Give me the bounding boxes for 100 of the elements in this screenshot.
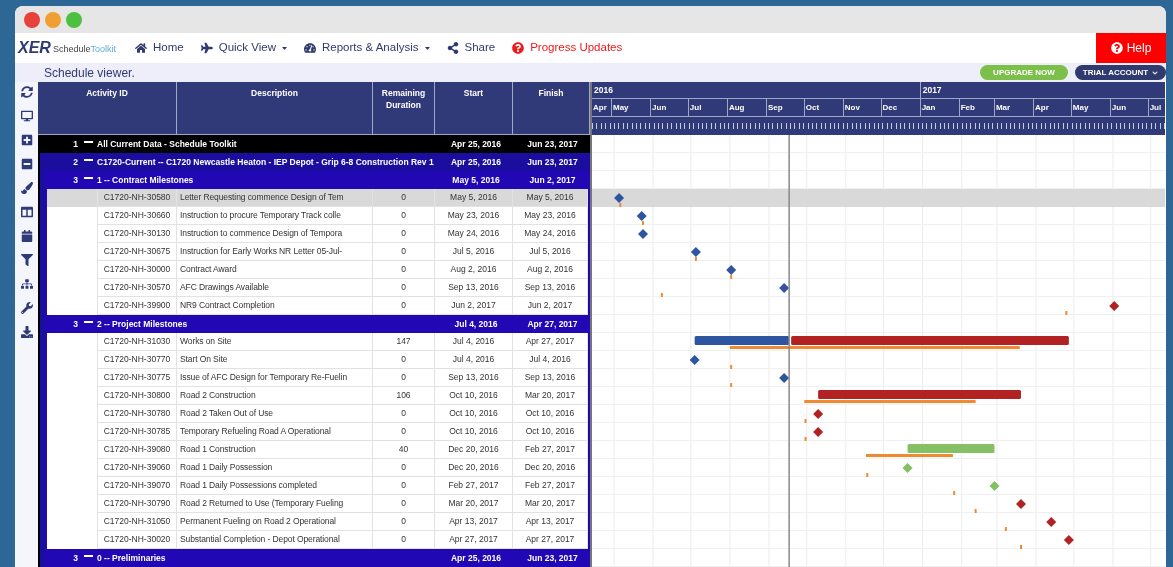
logo[interactable]: XER ScheduleToolkit (18, 40, 130, 56)
baseline-mark (1020, 545, 1022, 549)
close-button[interactable] (24, 11, 40, 28)
caret-icon (282, 46, 287, 50)
activity-row[interactable]: C1720-NH-30580 Letter Requesting commence Design of Tem 0 May 5, 2016 May 5, 2016 (47, 189, 588, 207)
activity-row[interactable]: C1720-NH-30775 Issue of AFC Design for Temporary Re-Fuelin 0 Sep 13, 2016 Sep 13, 2016 (47, 369, 588, 387)
collapse-icon[interactable] (84, 140, 93, 143)
milestone-diamond[interactable] (614, 193, 625, 203)
group-finish: Jun 23, 2017 (527, 156, 578, 167)
nav-link[interactable]: Progress Updates (512, 39, 623, 57)
wrench-icon[interactable] (20, 302, 33, 314)
home-icon (135, 42, 147, 54)
calendar-icon[interactable] (20, 230, 33, 242)
milestone-diamond[interactable] (690, 247, 701, 257)
baseline-mark (642, 221, 644, 225)
activity-row[interactable]: C1720-NH-30770 Start On Site 0 Jul 4, 2016 Jul 4, 2016 (47, 351, 588, 369)
help-icon (1110, 42, 1123, 54)
milestone-diamond[interactable] (779, 283, 790, 293)
group-finish: Jun 23, 2017 (527, 552, 578, 563)
baseline-mark (619, 203, 622, 207)
month-header: Apr (1034, 99, 1072, 116)
activity-row[interactable]: C1720-NH-30785 Temporary Refueling Road A Operational 0 Oct 10, 2016 Oct 10, 2016 (47, 423, 588, 441)
activity-row[interactable]: C1720-NH-39070 Road 1 Daily Possessions completed 0 Feb 27, 2017 Feb 27, 2017 (47, 477, 588, 495)
expand-all-icon[interactable] (20, 134, 33, 146)
activity-row[interactable]: C1720-NH-30800 Road 2 Construction 106 Oct 10, 2016 Mar 20, 2017 (47, 387, 588, 405)
year-header: 2017 (921, 83, 943, 97)
baseline-mark (804, 437, 807, 441)
activity-row[interactable]: C1720-NH-30790 Road 2 Returned to Use (Temporary Fueling 0 Mar 20, 2017 Mar 20, 2017 (47, 495, 588, 513)
gauge-icon (304, 42, 316, 54)
milestone-diamond[interactable] (813, 427, 824, 437)
outline-level: 1 (73, 137, 78, 151)
collapse-icon[interactable] (84, 554, 93, 557)
group-name: C1720-Current -- C1720 Newcastle Heaton - IEP Depot - Grip 6-8 Construction Rev 1 (97, 157, 435, 167)
baseline-mark (694, 257, 697, 261)
milestone-diamond[interactable] (1063, 535, 1074, 545)
help-button[interactable]: Help (1096, 33, 1166, 63)
activity-row[interactable]: C1720-NH-30130 Instruction to commence Design of Tempora 0 May 24, 2016 May 24, 2016 (47, 225, 588, 243)
activity-row[interactable]: C1720-NH-30660 Instruction to procure Temporary Track colle 0 May 23, 2016 May 23, 2016 (47, 207, 588, 225)
brush-icon[interactable] (20, 182, 33, 194)
collapse-all-icon[interactable] (20, 158, 33, 170)
baseline-mark (804, 419, 807, 423)
activity-row[interactable]: C1720-NH-39900 NR9 Contract Completion 0 Jun 2, 2017 Jun 2, 2017 (47, 297, 588, 315)
month-header: Oct (804, 99, 844, 116)
baseline-mark (1004, 527, 1007, 531)
nav-link[interactable]: Home (135, 39, 184, 57)
activity-row[interactable]: C1720-NH-39060 Road 1 Daily Possession 0 Dec 20, 2016 Dec 20, 2016 (47, 459, 588, 477)
activity-row[interactable]: C1720-NH-30570 AFC Drawings Available 0 Sep 13, 2016 Sep 13, 2016 (47, 279, 588, 297)
collapse-icon[interactable] (84, 158, 93, 161)
baseline-mark (1065, 311, 1068, 315)
month-header: Nov (843, 99, 882, 116)
month-header: Feb (959, 99, 995, 116)
group-name: 0 -- Preliminaries (97, 553, 167, 563)
outline-level: 3 (73, 551, 78, 565)
activity-row[interactable]: C1720-NH-31050 Permanent Fueling on Road 2 Operational 0 Apr 13, 2017 Apr 13, 2017 (47, 513, 588, 531)
month-header: Jan (920, 99, 960, 116)
activity-row[interactable]: C1720-NH-30000 Contract Award 0 Aug 2, 2016 Aug 2, 2016 (47, 261, 588, 279)
month-header: May (1071, 99, 1111, 116)
filter-icon[interactable] (20, 254, 33, 266)
milestone-diamond[interactable] (1109, 301, 1120, 311)
outline-level: 2 (73, 155, 78, 169)
milestone-diamond[interactable] (689, 355, 700, 365)
account-menu[interactable]: TRIAL ACCOUNT (1075, 65, 1166, 80)
page-title: Schedule viewer. (44, 64, 135, 82)
month-header: Jun (651, 99, 689, 116)
nav-link[interactable]: Share (446, 39, 496, 57)
nav-link[interactable]: Reports & Analysis (304, 39, 430, 57)
milestone-diamond[interactable] (638, 229, 648, 239)
milestone-diamond[interactable] (813, 409, 824, 419)
plane-icon (200, 42, 213, 54)
activity-row[interactable]: C1720-NH-30675 Instruction for Early Works NR Letter 05-Jul- 0 Jul 5, 2016 Jul 5, 2016 (47, 243, 588, 261)
group-start: Apr 25, 2016 (450, 552, 502, 563)
columns-icon[interactable] (20, 206, 33, 218)
collapse-icon[interactable] (84, 176, 93, 179)
month-header: Apr (592, 99, 612, 116)
activity-row[interactable]: C1720-NH-30780 Road 2 Taken Out of Use 0 Oct 10, 2016 Oct 10, 2016 (47, 405, 588, 423)
group-name: 2 -- Project Milestones (97, 319, 189, 329)
group-start: May 5, 2016 (452, 174, 500, 185)
chevron-down-icon (1152, 69, 1159, 76)
milestone-diamond[interactable] (1046, 517, 1057, 527)
group-name: 1 -- Contract Milestones (97, 175, 195, 185)
activity-row[interactable]: C1720-NH-39080 Road 1 Construction 40 Dec 20, 2016 Feb 27, 2017 (47, 441, 588, 459)
group-finish: Jun 23, 2017 (527, 138, 578, 149)
baseline-mark (974, 509, 977, 513)
download-icon[interactable] (20, 326, 33, 338)
nav-link[interactable]: Quick View (200, 39, 287, 57)
milestone-diamond[interactable] (1016, 499, 1026, 509)
milestone-diamond[interactable] (726, 265, 737, 275)
baseline-mark (730, 383, 733, 387)
hierarchy-icon[interactable] (20, 278, 33, 290)
activity-row[interactable]: C1720-NH-30020 Substantial Completion - Depot Operational 0 Apr 27, 2017 Apr 27, 2017 (47, 531, 588, 549)
milestone-diamond[interactable] (636, 211, 647, 221)
collapse-icon[interactable] (84, 320, 93, 323)
refresh-icon[interactable] (20, 86, 33, 98)
activity-row[interactable]: C1720-NH-31030 Works on Site 147 Jul 4, 2016 Apr 27, 2017 (47, 333, 588, 351)
monitor-icon[interactable] (20, 110, 33, 122)
milestone-diamond[interactable] (779, 373, 790, 383)
group-start: Apr 25, 2016 (450, 138, 502, 149)
baseline-mark (660, 293, 663, 297)
caret-icon (424, 46, 430, 50)
baseline-mark (730, 365, 733, 369)
